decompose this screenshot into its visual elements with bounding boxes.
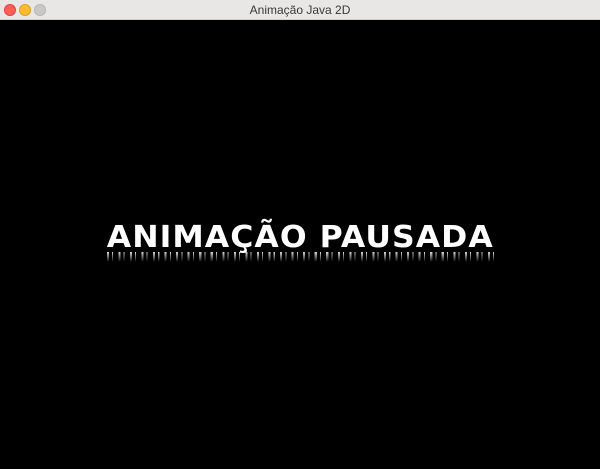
pause-message-container: ANIMAÇÃO PAUSADA (0, 220, 600, 262)
pause-message: ANIMAÇÃO PAUSADA (106, 220, 494, 262)
window-title: Animação Java 2D (249, 3, 351, 17)
animation-canvas[interactable]: ANIMAÇÃO PAUSADA (0, 20, 600, 469)
app-window: Animação Java 2D ANIMAÇÃO PAUSADA (0, 0, 600, 469)
drip-effect (106, 252, 494, 262)
title-bar[interactable]: Animação Java 2D (0, 0, 600, 20)
pause-message-text: ANIMAÇÃO PAUSADA (106, 220, 494, 255)
